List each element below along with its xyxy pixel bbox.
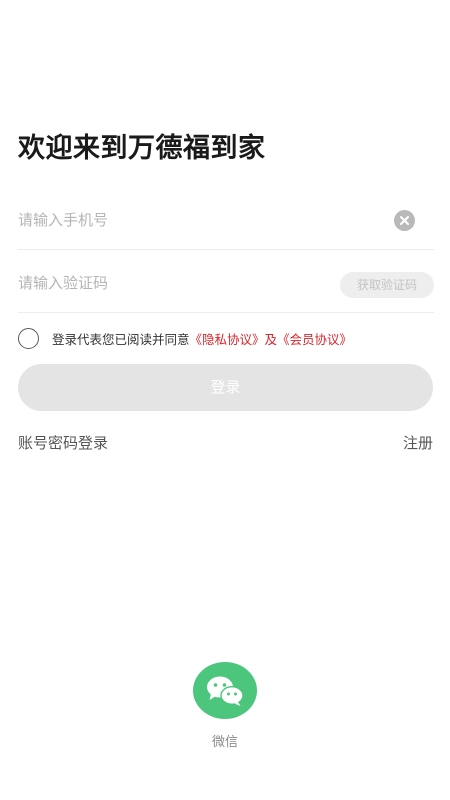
wechat-login-button[interactable] <box>193 662 257 719</box>
privacy-agreement-link[interactable]: 《隐私协议》 <box>190 329 265 348</box>
code-field-row: 获取验证码 <box>18 253 434 313</box>
wechat-label: 微信 <box>211 735 238 750</box>
close-circle-icon[interactable] <box>394 210 415 231</box>
page-title: 欢迎来到万德福到家 <box>18 133 266 164</box>
wechat-icon <box>207 676 244 706</box>
register-link[interactable]: 注册 <box>403 432 433 453</box>
login-button[interactable]: 登录 <box>18 364 433 411</box>
agreement-joiner: 及 <box>264 331 278 347</box>
phone-field-row <box>18 190 434 250</box>
member-agreement-link[interactable]: 《会员协议》 <box>277 329 352 348</box>
close-glyph <box>400 216 409 225</box>
agreement-checkbox[interactable] <box>18 327 39 349</box>
get-code-button[interactable]: 获取验证码 <box>340 272 434 298</box>
phone-input[interactable] <box>18 190 318 250</box>
password-login-link[interactable]: 账号密码登录 <box>18 432 108 453</box>
agreement-row: 登录代表您已阅读并同意 《隐私协议》 及 《会员协议》 <box>18 327 352 349</box>
verification-code-input[interactable] <box>18 253 318 313</box>
agreement-text: 登录代表您已阅读并同意 <box>52 331 190 347</box>
